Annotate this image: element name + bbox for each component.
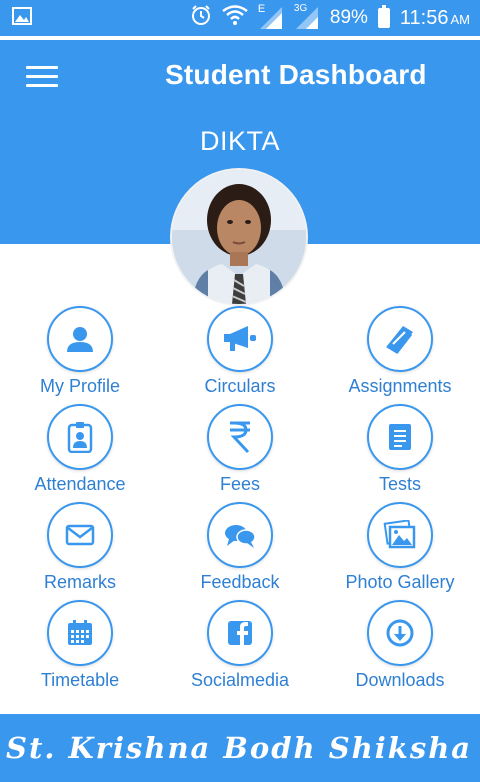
wifi-icon [222, 5, 248, 31]
avatar[interactable] [172, 170, 306, 304]
menu-tile-remarks[interactable]: Remarks [0, 502, 160, 600]
menu-tile-downloads[interactable]: Downloads [320, 600, 480, 698]
alarm-icon [190, 4, 212, 32]
menu-label: Remarks [43, 572, 116, 592]
school-banner: St. Krishna Bodh Shiksha S... [0, 714, 480, 782]
profile-icon [47, 306, 113, 372]
student-name: DIKTA [199, 126, 280, 156]
clock-time: 11:56 [399, 6, 449, 29]
clock: 11:56 AM [400, 7, 470, 30]
mail-icon [47, 502, 113, 568]
menu-label: Timetable [40, 670, 120, 690]
dashboard-grid: My Profile Circulars Assignments Attenda… [0, 306, 480, 698]
menu-tile-attendance[interactable]: Attendance [0, 404, 160, 502]
battery-icon [377, 5, 390, 28]
menu-tile-fees[interactable]: Fees [160, 404, 320, 502]
clock-suffix: AM [450, 11, 471, 27]
menu-label: Assignments [348, 376, 452, 396]
photos-icon [367, 502, 433, 568]
menu-label: Downloads [355, 670, 445, 690]
id-badge-icon [47, 404, 113, 470]
status-bar: E 3G 89% 11:56 AM [0, 0, 480, 36]
menu-label: Feedback [200, 572, 280, 592]
school-name: St. Krishna Bodh Shiksha S... [6, 731, 480, 765]
menu-tile-my-profile[interactable]: My Profile [0, 306, 160, 404]
menu-tile-assignments[interactable]: Assignments [320, 306, 480, 404]
chat-icon [207, 502, 273, 568]
battery-percent: 89% [329, 7, 368, 28]
menu-label: Circulars [204, 376, 276, 396]
gallery-notification-icon [12, 6, 32, 31]
menu-label: Photo Gallery [345, 572, 455, 592]
megaphone-icon [207, 306, 273, 372]
menu-tile-feedback[interactable]: Feedback [160, 502, 320, 600]
menu-label: My Profile [39, 376, 120, 396]
rupee-icon [207, 404, 273, 470]
book-icon [367, 306, 433, 372]
menu-tile-photo-gallery[interactable]: Photo Gallery [320, 502, 480, 600]
document-icon [367, 404, 433, 470]
facebook-icon [207, 600, 273, 666]
menu-tile-socialmedia[interactable]: Socialmedia [160, 600, 320, 698]
menu-tile-tests[interactable]: Tests [320, 404, 480, 502]
menu-label: Attendance [34, 474, 126, 494]
signal-3g-icon: 3G [294, 3, 320, 31]
hamburger-menu-button[interactable] [26, 66, 58, 88]
menu-label: Fees [219, 474, 261, 494]
calendar-icon [47, 600, 113, 666]
page-title: Student Dashboard [165, 59, 427, 90]
download-icon [367, 600, 433, 666]
menu-label: Socialmedia [190, 670, 290, 690]
menu-label: Tests [378, 474, 421, 494]
signal-e-icon: E [258, 3, 284, 31]
menu-tile-circulars[interactable]: Circulars [160, 306, 320, 404]
menu-tile-timetable[interactable]: Timetable [0, 600, 160, 698]
